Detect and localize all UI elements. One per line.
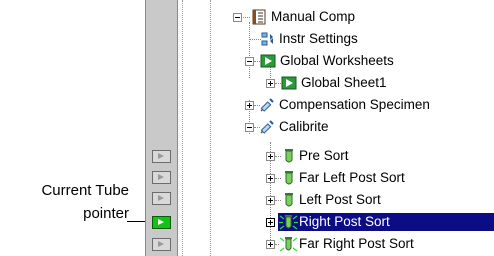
tree-node-label: Manual Comp bbox=[271, 9, 356, 24]
tube-pointer-icon bbox=[279, 237, 298, 252]
test-tube-icon bbox=[285, 149, 293, 163]
tree-connector bbox=[243, 17, 250, 18]
tree-node-label: Instr Settings bbox=[279, 31, 358, 46]
tree-node-label: Global Sheet1 bbox=[301, 75, 387, 90]
tree-node-left-post-sort[interactable]: Left Post Sort bbox=[178, 189, 494, 211]
expand-toggle[interactable] bbox=[266, 79, 275, 88]
collapse-toggle[interactable] bbox=[233, 13, 242, 22]
tree-node-calibrite[interactable]: Calibrite bbox=[178, 116, 494, 138]
tube-pointer[interactable] bbox=[152, 192, 171, 205]
worksheet-icon bbox=[260, 54, 276, 68]
callout-label-line2: pointer bbox=[83, 205, 129, 222]
collapse-toggle[interactable] bbox=[245, 57, 254, 66]
tree-node-label: Left Post Sort bbox=[299, 192, 381, 207]
current-tube-pointer[interactable] bbox=[152, 216, 171, 229]
tube-pointer[interactable] bbox=[152, 238, 171, 251]
expand-toggle[interactable] bbox=[266, 218, 275, 227]
callout-label-line1: Current Tube bbox=[41, 182, 129, 199]
tree-node-global-sheet1[interactable]: Global Sheet1 bbox=[178, 72, 494, 94]
syringe-icon bbox=[260, 98, 274, 112]
expand-toggle[interactable] bbox=[245, 101, 254, 110]
browser-panel: Manual Comp Instr Settings Global Worksh… bbox=[145, 0, 494, 256]
tree-node-label: Calibrite bbox=[279, 119, 329, 134]
test-tube-icon bbox=[285, 193, 293, 207]
tree-node-far-left-post-sort[interactable]: Far Left Post Sort bbox=[178, 167, 494, 189]
expand-toggle[interactable] bbox=[266, 174, 275, 183]
expand-toggle[interactable] bbox=[266, 240, 275, 249]
expand-toggle[interactable] bbox=[266, 196, 275, 205]
tree-node-label: Global Worksheets bbox=[280, 53, 394, 68]
instrument-settings-icon bbox=[261, 32, 273, 46]
collapse-toggle[interactable] bbox=[245, 123, 254, 132]
tube-pointer-gutter bbox=[145, 0, 178, 256]
tube-pointer[interactable] bbox=[152, 150, 171, 163]
tube-pointer[interactable] bbox=[152, 171, 171, 184]
tree-node-label: Right Post Sort bbox=[299, 214, 390, 229]
tree-node-compensation-specimen[interactable]: Compensation Specimen bbox=[178, 94, 494, 116]
tree-node-right-post-sort[interactable]: Right Post Sort bbox=[178, 211, 494, 233]
tree-node-manual-comp[interactable]: Manual Comp bbox=[178, 6, 494, 28]
tree-node-label: Pre Sort bbox=[299, 148, 349, 163]
tree-node-label: Compensation Specimen bbox=[279, 97, 430, 112]
test-tube-icon bbox=[285, 171, 293, 185]
tree-node-far-right-post-sort[interactable]: Far Right Post Sort bbox=[178, 233, 494, 255]
tree-node-global-worksheets[interactable]: Global Worksheets bbox=[178, 50, 494, 72]
tree-node-instr-settings[interactable]: Instr Settings bbox=[178, 28, 494, 50]
tree-node-pre-sort[interactable]: Pre Sort bbox=[178, 145, 494, 167]
tree-node-label: Far Left Post Sort bbox=[299, 170, 405, 185]
worksheet-icon bbox=[281, 76, 297, 90]
tree-node-label: Far Right Post Sort bbox=[299, 236, 414, 251]
syringe-icon bbox=[260, 120, 274, 134]
worksheet-book-icon bbox=[252, 9, 266, 25]
current-tube-icon bbox=[279, 215, 298, 230]
expand-toggle[interactable] bbox=[266, 152, 275, 161]
